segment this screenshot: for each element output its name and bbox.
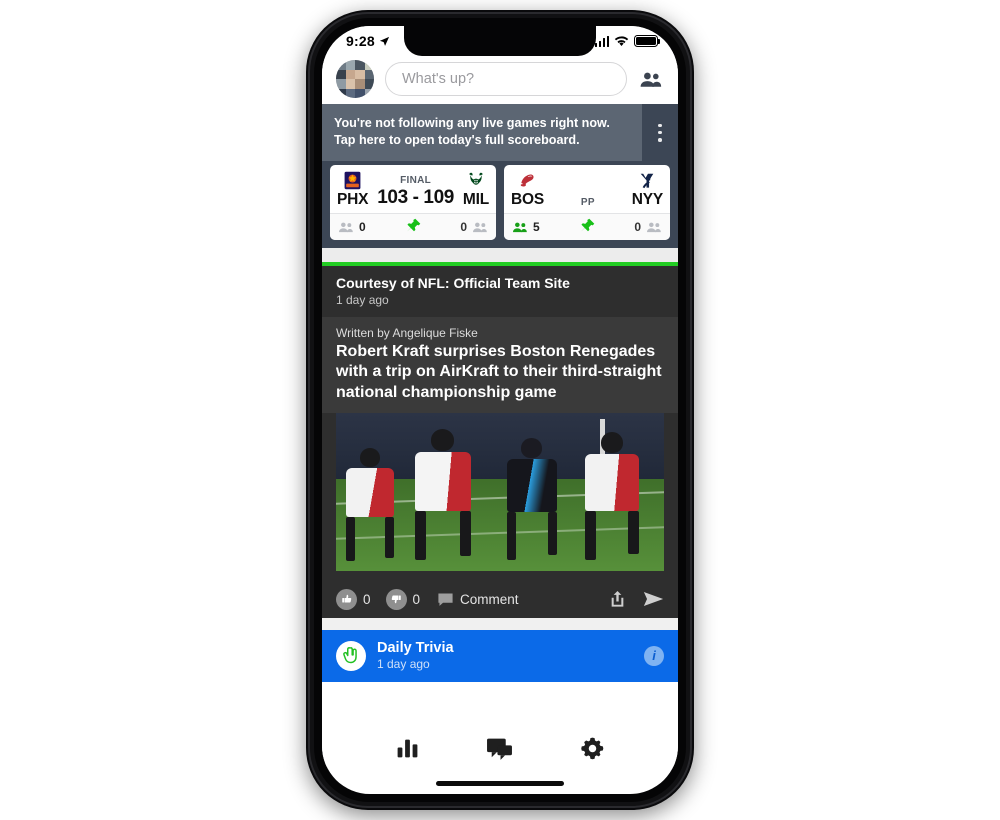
article-byline: Written by Angelique Fiske bbox=[336, 326, 478, 341]
article-headline: Robert Kraft surprises Boston Renegades … bbox=[336, 343, 662, 401]
followers-icon bbox=[473, 222, 487, 232]
home-team-abbr: NYY bbox=[631, 191, 663, 209]
article-time: 1 day ago bbox=[336, 293, 389, 308]
home-followers[interactable]: 0 bbox=[634, 220, 662, 234]
home-followers[interactable]: 0 bbox=[460, 220, 488, 234]
status-bar-left: 9:28 bbox=[346, 33, 390, 49]
kebab-menu-icon[interactable] bbox=[642, 104, 678, 161]
like-button[interactable]: 0 bbox=[336, 588, 371, 610]
comment-label: Comment bbox=[460, 591, 519, 607]
send-paperplane-icon[interactable] bbox=[643, 591, 664, 607]
trivia-title: Daily Trivia bbox=[377, 640, 454, 657]
composer-placeholder: What's up? bbox=[402, 71, 475, 87]
away-followers[interactable]: 5 bbox=[512, 220, 540, 234]
chat-bubbles-icon bbox=[487, 738, 513, 760]
home-team: MIL bbox=[463, 170, 489, 209]
player-14 bbox=[345, 447, 394, 565]
player-24-ballcarrier bbox=[414, 428, 471, 565]
home-indicator[interactable] bbox=[436, 781, 564, 786]
bottom-filler bbox=[322, 681, 678, 722]
home-team: NYY bbox=[632, 170, 663, 209]
trivia-separator bbox=[322, 617, 678, 630]
gear-settings-icon bbox=[581, 737, 604, 760]
followers-icon bbox=[513, 222, 527, 232]
phone-screen: 9:28 What's up? You're not following any… bbox=[322, 26, 678, 794]
comment-button[interactable]: Comment bbox=[437, 592, 519, 607]
bottom-nav bbox=[322, 722, 678, 767]
cellular-signal-icon bbox=[594, 35, 609, 47]
phoenix-suns-logo bbox=[342, 170, 364, 190]
article-source: Courtesy of NFL: Official Team Site bbox=[336, 275, 570, 292]
share-upload-icon[interactable] bbox=[609, 589, 626, 609]
feed-dark-region: You're not following any live games righ… bbox=[322, 104, 678, 249]
status-bar-right bbox=[594, 35, 661, 47]
trivia-time: 1 day ago bbox=[377, 657, 430, 672]
pushpin-icon[interactable] bbox=[579, 217, 596, 237]
game-score: 103 - 109 bbox=[377, 187, 454, 209]
dislike-count: 0 bbox=[412, 591, 421, 607]
article-action-bar: 0 0 Comment bbox=[322, 580, 678, 618]
article-source-block: Courtesy of NFL: Official Team Site 1 da… bbox=[322, 266, 678, 317]
away-team: PHX bbox=[337, 170, 368, 209]
screenshot-root: 9:28 What's up? You're not following any… bbox=[0, 0, 1000, 820]
composer-header: What's up? bbox=[322, 54, 678, 104]
people-group-icon[interactable] bbox=[638, 71, 664, 88]
status-bar-clock: 9:28 bbox=[346, 33, 375, 49]
nav-item-chat[interactable] bbox=[486, 737, 513, 761]
away-team: BOS bbox=[511, 170, 544, 209]
game-status: FINAL bbox=[400, 175, 432, 187]
location-arrow-icon bbox=[379, 36, 389, 46]
game-card-footer: 5 0 bbox=[504, 213, 670, 241]
away-team-abbr: BOS bbox=[511, 191, 544, 209]
info-circle-icon[interactable]: i bbox=[644, 645, 664, 666]
phone-notch bbox=[404, 26, 596, 56]
game-card-footer: 0 0 bbox=[330, 213, 496, 241]
game-card[interactable]: PHX FINAL 103 - 109 MIL 0 0 bbox=[330, 165, 496, 241]
home-team-abbr: MIL bbox=[462, 191, 489, 209]
nav-item-stats[interactable] bbox=[395, 737, 420, 760]
game-card[interactable]: BOS PP NYY 5 0 bbox=[504, 165, 670, 241]
composer-input[interactable]: What's up? bbox=[385, 62, 627, 96]
article-card[interactable]: Courtesy of NFL: Official Team Site 1 da… bbox=[322, 266, 678, 618]
live-games-notice-text: You're not following any live games righ… bbox=[322, 104, 642, 162]
feed-separator bbox=[322, 248, 678, 263]
thumbs-down-icon bbox=[385, 588, 407, 610]
milwaukee-bucks-logo bbox=[465, 170, 487, 190]
wifi-icon bbox=[614, 36, 629, 46]
game-card-center: PP bbox=[546, 197, 630, 209]
pointing-hand-icon bbox=[336, 640, 366, 671]
pushpin-icon[interactable] bbox=[405, 217, 422, 237]
game-card-teams: BOS PP NYY bbox=[504, 165, 670, 213]
article-headline-block: Written by Angelique Fiske Robert Kraft … bbox=[322, 317, 678, 413]
new-york-yankees-logo bbox=[636, 170, 658, 190]
away-team-abbr: PHX bbox=[337, 191, 369, 209]
game-status: PP bbox=[580, 197, 595, 209]
player-13 bbox=[585, 431, 640, 565]
article-photo[interactable] bbox=[336, 412, 664, 571]
away-follower-count: 5 bbox=[533, 220, 540, 235]
game-card-center: FINAL 103 - 109 bbox=[370, 175, 461, 209]
trivia-text-block: Daily Trivia 1 day ago bbox=[377, 640, 633, 671]
user-avatar[interactable] bbox=[336, 60, 374, 98]
followers-icon bbox=[647, 222, 661, 232]
away-follower-count: 0 bbox=[359, 220, 366, 235]
like-count: 0 bbox=[363, 591, 371, 607]
dislike-button[interactable]: 0 bbox=[385, 588, 421, 610]
game-card-teams: PHX FINAL 103 - 109 MIL bbox=[330, 165, 496, 213]
followers-icon bbox=[339, 222, 353, 232]
bar-chart-icon bbox=[397, 739, 418, 758]
scoreboard-row: PHX FINAL 103 - 109 MIL 0 0 BOS PP NYY 5… bbox=[322, 161, 678, 249]
away-followers[interactable]: 0 bbox=[338, 220, 366, 234]
nav-item-settings[interactable] bbox=[580, 736, 605, 761]
home-follower-count: 0 bbox=[460, 220, 467, 235]
battery-full-icon bbox=[634, 35, 661, 47]
home-follower-count: 0 bbox=[634, 220, 641, 235]
daily-trivia-banner[interactable]: Daily Trivia 1 day ago i bbox=[322, 629, 678, 682]
player-defender-blue bbox=[506, 438, 557, 564]
live-games-notice[interactable]: You're not following any live games righ… bbox=[322, 104, 678, 162]
comment-bubble-icon bbox=[438, 593, 453, 606]
boston-red-sox-logo bbox=[517, 170, 539, 190]
thumbs-up-icon bbox=[336, 588, 357, 610]
